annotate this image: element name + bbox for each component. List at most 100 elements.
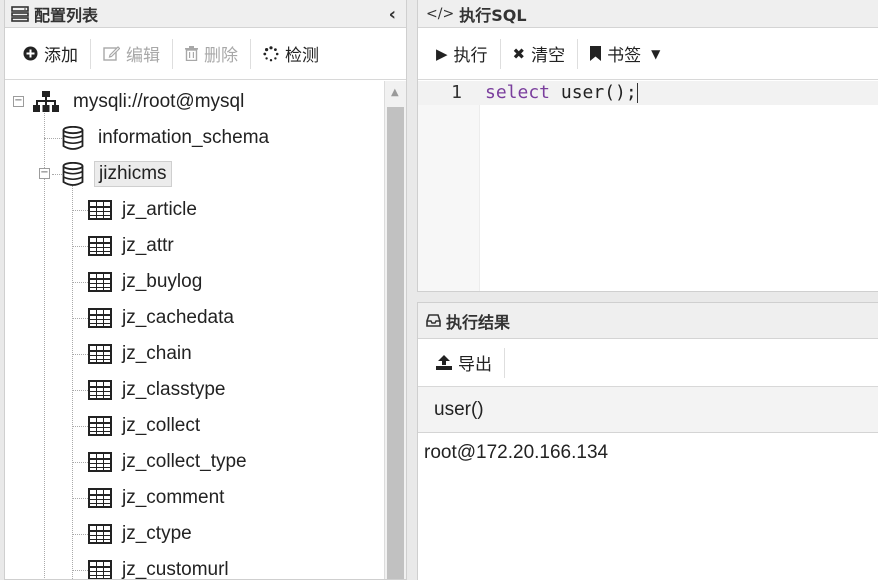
table-label: jz_attr: [122, 235, 174, 256]
tree-connector: [72, 318, 88, 319]
result-cell: root@172.20.166.134: [424, 442, 609, 463]
database-icon: [62, 162, 84, 186]
result-column-header[interactable]: user(): [418, 387, 878, 433]
close-icon: ✖: [512, 44, 526, 63]
edit-button[interactable]: 编辑: [91, 37, 172, 71]
tree-connector: [72, 185, 73, 579]
connection-label: mysqli://root@mysql: [73, 91, 245, 112]
tree-node-table[interactable]: jz_ctype: [88, 519, 192, 549]
table-label: jz_ctype: [122, 523, 192, 544]
export-button[interactable]: 导出: [424, 346, 504, 380]
bookmark-label: 书签: [607, 46, 642, 66]
table-label: jz_customurl: [122, 559, 229, 580]
table-label: jz_chain: [122, 343, 192, 364]
inbox-icon: [426, 314, 441, 327]
trash-icon: [185, 46, 198, 61]
sql-keyword: select: [485, 82, 551, 103]
scroll-up-icon[interactable]: ▲: [391, 87, 399, 98]
clear-button[interactable]: ✖ 清空: [501, 37, 578, 71]
collapse-toggle[interactable]: −: [13, 96, 24, 107]
edit-icon: [103, 46, 120, 61]
database-icon: [62, 126, 84, 150]
table-icon: [88, 452, 112, 472]
execute-sql-header: </> 执行SQL: [418, 0, 878, 28]
execute-sql-panel: </> 执行SQL ▶ 执行 ✖ 清空 书签 ▼ 1 select user()…: [417, 0, 878, 292]
tree-connector: [72, 354, 88, 355]
table-label: jz_comment: [122, 487, 225, 508]
table-label: jz_collect_type: [122, 451, 247, 472]
tree-node-table[interactable]: jz_classtype: [88, 375, 226, 405]
tree-node-table[interactable]: jz_article: [88, 195, 197, 225]
play-icon: ▶: [436, 44, 448, 63]
tree-connector: [72, 534, 88, 535]
database-label-selected: jizhicms: [94, 161, 172, 187]
tree-node-database[interactable]: information_schema: [62, 123, 273, 153]
tree-connector: [72, 462, 88, 463]
result-row[interactable]: root@172.20.166.134: [418, 433, 878, 473]
table-icon: [88, 308, 112, 328]
tree-node-table[interactable]: jz_chain: [88, 339, 192, 369]
column-header-label: user(): [434, 398, 484, 420]
check-button-label: 检测: [285, 46, 319, 66]
table-icon: [88, 200, 112, 220]
collapse-toggle[interactable]: −: [39, 168, 50, 179]
config-list-header: 配置列表 ‹: [5, 0, 406, 28]
table-label: jz_buylog: [122, 271, 203, 292]
tree-node-table[interactable]: jz_collect: [88, 411, 200, 441]
tree-node-table[interactable]: jz_collect_type: [88, 447, 247, 477]
table-icon: [88, 236, 112, 256]
tree-connector: [44, 138, 62, 139]
tree-connector: [52, 174, 62, 175]
code-line[interactable]: select user();: [485, 81, 638, 105]
run-button-label: 执行: [453, 46, 488, 66]
run-button[interactable]: ▶ 执行: [424, 37, 500, 71]
tree-connector: [72, 246, 88, 247]
tree-node-connection[interactable]: mysqli://root@mysql: [33, 87, 248, 117]
table-icon: [88, 344, 112, 364]
execution-result-panel: 执行结果 导出 user() root@172.20.166.134: [417, 302, 878, 580]
toolbar-divider: [504, 347, 505, 378]
table-label: jz_article: [122, 199, 197, 220]
tree-node-table[interactable]: jz_customurl: [88, 555, 229, 580]
sitemap-icon: [33, 91, 59, 112]
sql-editor[interactable]: 1 select user();: [418, 81, 878, 291]
config-toolbar: 添加 编辑 删除 检测: [5, 28, 406, 80]
table-icon: [88, 488, 112, 508]
line-number: 1: [451, 82, 462, 103]
text-cursor: [636, 83, 638, 103]
bookmark-dropdown[interactable]: 书签 ▼: [578, 37, 672, 71]
tree-node-table[interactable]: jz_attr: [88, 231, 174, 261]
tree-node-table[interactable]: jz_cachedata: [88, 303, 234, 333]
tree-node-table[interactable]: jz_comment: [88, 483, 224, 513]
table-icon: [88, 272, 112, 292]
editor-gutter: [418, 81, 480, 291]
tree-connector: [72, 210, 88, 211]
delete-button[interactable]: 删除: [173, 37, 250, 71]
tree-connector: [44, 113, 45, 579]
app-root: 配置列表 ‹ 添加 编辑 删除 检测 − mysqli://root@mysql…: [0, 0, 878, 580]
tree-connector: [72, 282, 88, 283]
caret-down-icon: ▼: [651, 46, 661, 61]
connection-tree: − mysqli://root@mysql information_schema…: [5, 81, 383, 580]
spinner-icon: [263, 45, 279, 61]
edit-button-label: 编辑: [126, 46, 160, 66]
add-button[interactable]: 添加: [11, 37, 90, 71]
code-icon: </>: [426, 5, 455, 22]
result-toolbar: 导出: [418, 339, 878, 387]
tree-connector: [72, 390, 88, 391]
clear-button-label: 清空: [531, 46, 566, 66]
sql-text: user();: [550, 82, 637, 103]
result-header: 执行结果: [418, 303, 878, 339]
scrollbar-thumb[interactable]: [387, 107, 404, 579]
tree-scrollbar[interactable]: ▲: [384, 81, 406, 579]
tree-connector: [72, 570, 88, 571]
server-list-icon: [11, 5, 29, 22]
tree-node-table[interactable]: jz_buylog: [88, 267, 202, 297]
bookmark-icon: [590, 46, 602, 61]
table-label: jz_cachedata: [122, 307, 234, 328]
tree-node-database[interactable]: jizhicms: [62, 159, 172, 189]
table-icon: [88, 524, 112, 544]
collapse-panel-button[interactable]: ‹: [389, 4, 396, 25]
check-button[interactable]: 检测: [251, 37, 331, 71]
upload-icon: [436, 355, 452, 370]
